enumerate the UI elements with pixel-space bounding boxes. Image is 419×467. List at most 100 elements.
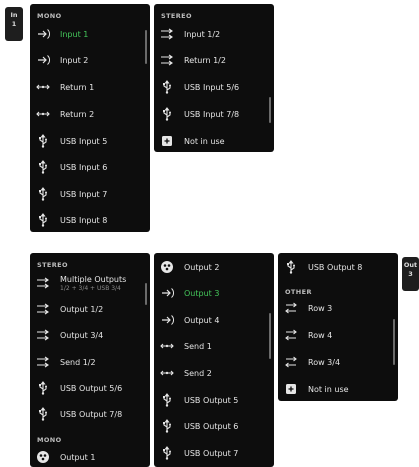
return-arrows-icon: [36, 80, 50, 94]
item-label: USB Input 6: [60, 162, 108, 172]
list-item-input-1-2[interactable]: Input 1/2: [154, 21, 274, 47]
list-item-multiple-outputs[interactable]: Multiple Outputs 1/2 + 3/4 + USB 3/4: [30, 270, 150, 296]
item-label: Input 1/2: [184, 29, 221, 39]
list-item-usb-output-5-6[interactable]: USB Output 5/6: [30, 375, 150, 401]
return-arrows-icon: [36, 107, 50, 121]
item-label: USB Output 7/8: [60, 409, 123, 419]
return-arrows-icon: [160, 366, 174, 380]
list-item-usb-input-8[interactable]: USB Input 8: [30, 207, 150, 232]
usb-icon: [36, 213, 50, 227]
item-label: Output 1/2: [60, 304, 104, 314]
input-arrow-icon: [36, 53, 50, 67]
list-item-send-2[interactable]: Send 2: [154, 360, 274, 386]
usb-icon: [284, 260, 298, 274]
item-label: USB Input 7: [60, 189, 108, 199]
list-item-usb-input-7-8[interactable]: USB Input 7/8: [154, 101, 274, 127]
item-label: USB Output 8: [308, 262, 363, 272]
list-item-output-4[interactable]: Output 4: [154, 307, 274, 333]
item-label: USB Input 7/8: [184, 109, 240, 119]
item-label: Return 1/2: [184, 55, 226, 65]
item-label: Row 4: [308, 330, 333, 340]
list-item-output-3[interactable]: Output 3: [154, 280, 274, 306]
mono-heading: MONO: [37, 12, 62, 20]
item-label: Row 3: [308, 303, 333, 313]
item-label: USB Output 5/6: [60, 383, 123, 393]
item-label: USB Input 5/6: [184, 82, 240, 92]
usb-icon: [160, 419, 174, 433]
list-item-output-3-4[interactable]: Output 3/4: [30, 322, 150, 348]
list-item-row-3[interactable]: Row 3: [278, 295, 398, 321]
list-item-usb-output-8[interactable]: USB Output 8: [278, 254, 398, 280]
badge-number: 1: [11, 20, 17, 28]
speaker-icon: [36, 450, 50, 464]
usb-icon: [36, 187, 50, 201]
list-item-not-in-use[interactable]: Not in use: [278, 376, 398, 401]
list-item-usb-output-7-8[interactable]: USB Output 7/8: [30, 401, 150, 427]
item-label: Send 1: [184, 341, 212, 351]
item-label: Input 2: [60, 55, 89, 65]
item-label: Output 2: [184, 262, 220, 272]
plus-box-icon: [284, 382, 298, 396]
item-label: USB Input 5: [60, 136, 108, 146]
list-item-usb-output-5[interactable]: USB Output 5: [154, 387, 274, 413]
list-item-input-2[interactable]: Input 2: [30, 47, 150, 73]
stereo-heading: STEREO: [161, 12, 192, 20]
input-arrow-icon: [36, 27, 50, 41]
stereo-arrows-icon: [160, 53, 174, 67]
speaker-icon: [160, 260, 174, 274]
output-channel-badge[interactable]: Out 3: [402, 257, 419, 291]
stereo-arrows-icon: [160, 27, 174, 41]
output-arrow-icon: [160, 313, 174, 327]
list-item-not-in-use[interactable]: Not in use: [154, 128, 274, 152]
list-item-row-4[interactable]: Row 4: [278, 322, 398, 348]
usb-icon: [36, 381, 50, 395]
badge-label: In: [10, 11, 18, 19]
item-label: Return 1: [60, 82, 95, 92]
list-item-return-1[interactable]: Return 1: [30, 74, 150, 100]
item-label: USB Output 6: [184, 421, 239, 431]
output-col3-panel: USB Output 8 OTHER Row 3 Row 4 Row 3/4 N…: [278, 253, 398, 401]
usb-icon: [160, 446, 174, 460]
plus-box-icon: [160, 134, 174, 148]
return-arrows-icon: [160, 339, 174, 353]
usb-icon: [36, 134, 50, 148]
list-item-usb-output-7[interactable]: USB Output 7: [154, 440, 274, 466]
stereo-heading: STEREO: [37, 261, 68, 269]
output-arrow-icon: [160, 286, 174, 300]
badge-label: Out: [403, 261, 418, 269]
item-sublabel: 1/2 + 3/4 + USB 3/4: [60, 284, 121, 292]
item-label: Output 1: [60, 452, 96, 462]
item-label: Output 4: [184, 315, 220, 325]
list-item-usb-input-7[interactable]: USB Input 7: [30, 181, 150, 207]
usb-icon: [36, 160, 50, 174]
stereo-arrows-icon: [36, 302, 50, 316]
output-col1-panel: STEREO Multiple Outputs 1/2 + 3/4 + USB …: [30, 253, 150, 467]
list-item-return-1-2[interactable]: Return 1/2: [154, 47, 274, 73]
output-col2-panel: Output 2 Output 3 Output 4 Send 1 Send 2…: [154, 253, 274, 467]
list-item-input-1[interactable]: Input 1: [30, 21, 150, 47]
list-item-send-1-2[interactable]: Send 1/2: [30, 349, 150, 375]
list-item-send-1[interactable]: Send 1: [154, 333, 274, 359]
list-item-row-3-4[interactable]: Row 3/4: [278, 349, 398, 375]
list-item-usb-input-5-6[interactable]: USB Input 5/6: [154, 74, 274, 100]
item-label: Send 2: [184, 368, 212, 378]
item-label: Not in use: [308, 384, 349, 394]
list-item-output-1[interactable]: Output 1: [30, 444, 150, 467]
list-item-return-2[interactable]: Return 2: [30, 101, 150, 127]
item-label: USB Output 7: [184, 448, 239, 458]
usb-icon: [36, 407, 50, 421]
input-channel-badge[interactable]: In 1: [5, 7, 23, 41]
list-item-output-2[interactable]: Output 2: [154, 254, 274, 280]
usb-icon: [160, 80, 174, 94]
item-label: Return 2: [60, 109, 95, 119]
mono-source-panel: MONO Input 1 Input 2 Return 1 Return 2 U…: [30, 4, 150, 232]
item-label: Output 3/4: [60, 330, 104, 340]
item-label: Row 3/4: [308, 357, 341, 367]
item-label: Output 3: [184, 288, 220, 298]
list-item-usb-input-6[interactable]: USB Input 6: [30, 154, 150, 180]
list-item-usb-output-6[interactable]: USB Output 6: [154, 413, 274, 439]
badge-number: 3: [408, 270, 413, 278]
list-item-usb-input-5[interactable]: USB Input 5: [30, 128, 150, 154]
item-label: Multiple Outputs: [60, 274, 127, 284]
list-item-output-1-2[interactable]: Output 1/2: [30, 296, 150, 322]
